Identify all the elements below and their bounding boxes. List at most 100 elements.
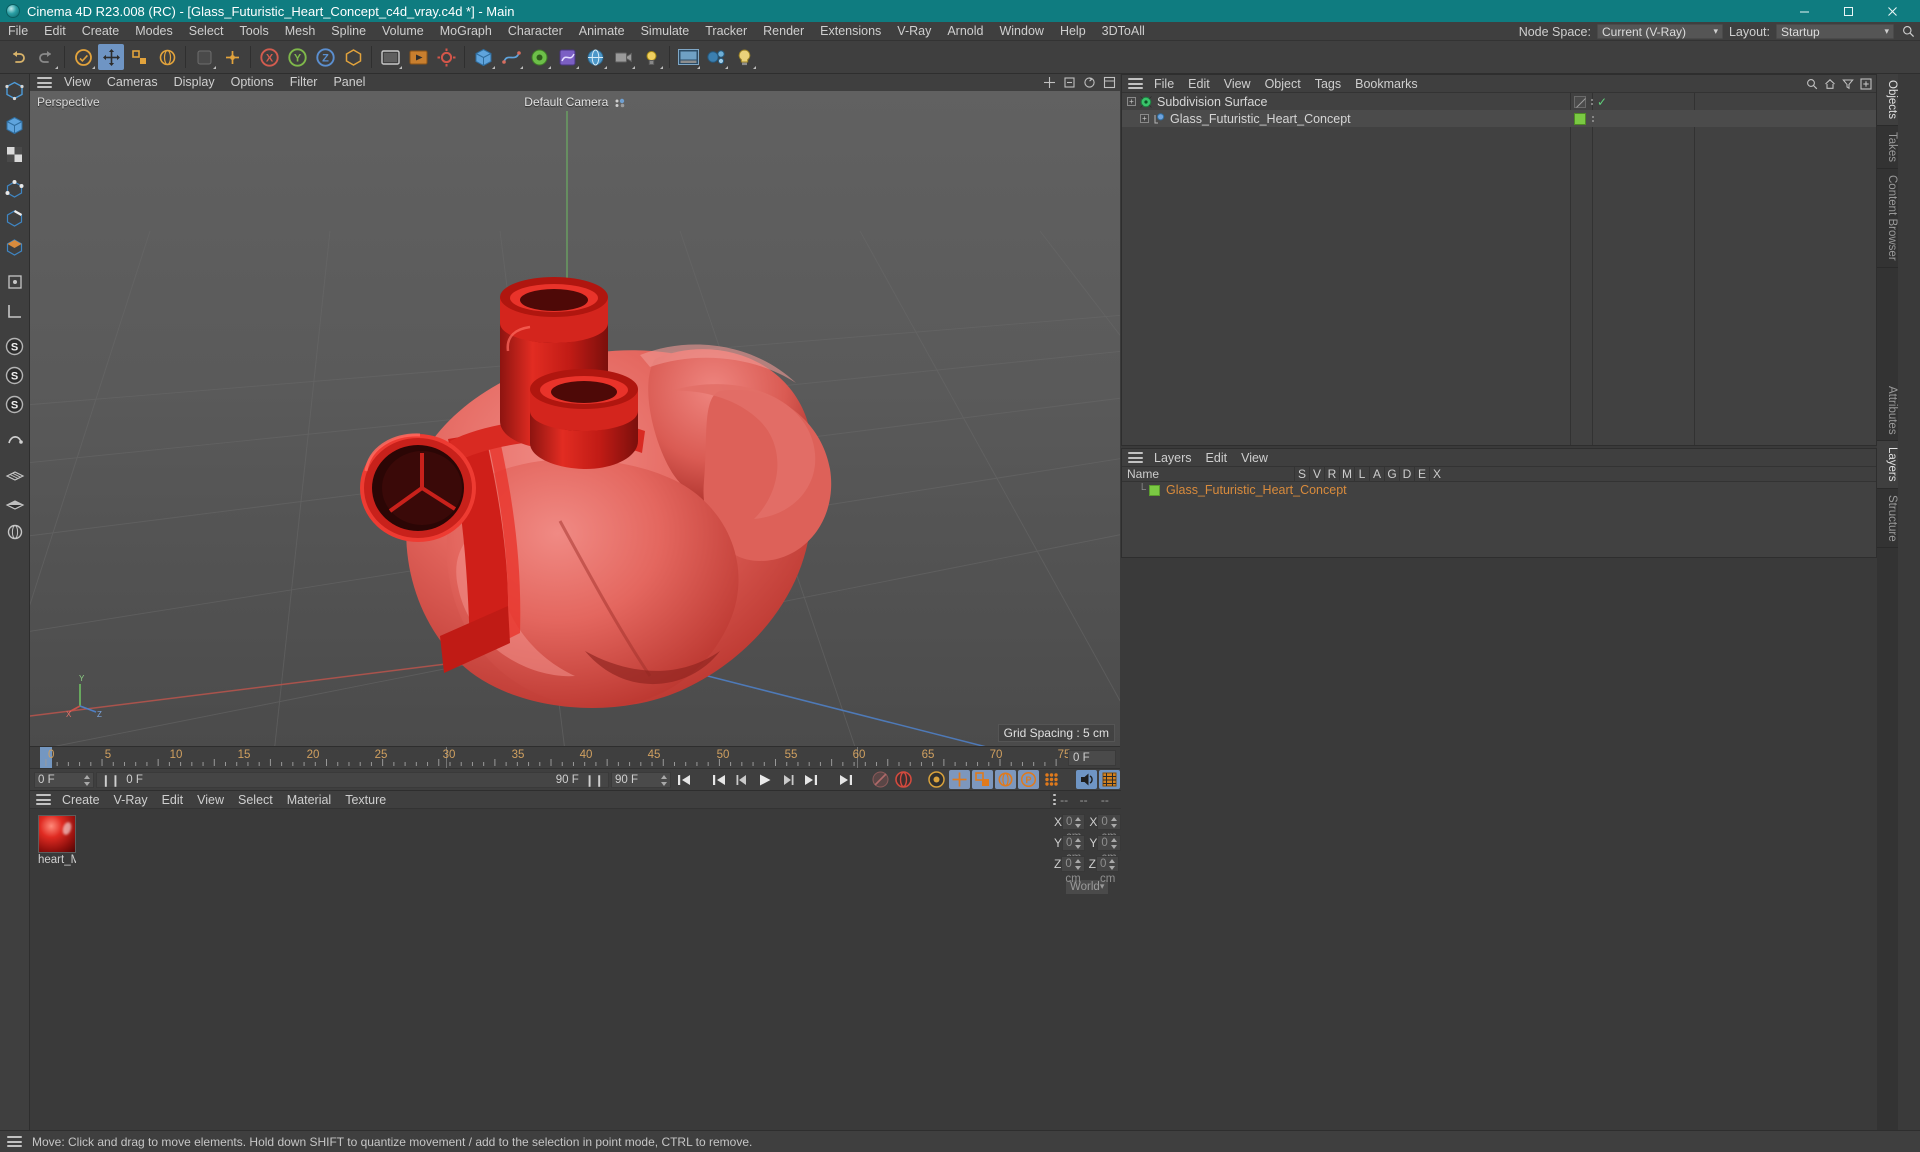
menu-arnold[interactable]: Arnold: [939, 22, 991, 41]
menu-volume[interactable]: Volume: [374, 22, 432, 41]
material-item[interactable]: heart_M.: [38, 815, 76, 866]
undo-button[interactable]: [5, 44, 31, 70]
expand-collapse-icon[interactable]: +: [1127, 97, 1136, 106]
om-menu-file[interactable]: File: [1147, 75, 1181, 93]
layer-row[interactable]: └ Glass_Futuristic_Heart_Concept: [1122, 482, 1876, 498]
layers-column-s[interactable]: S: [1294, 466, 1309, 482]
layers-column-g[interactable]: G: [1384, 466, 1399, 482]
om-menu-tags[interactable]: Tags: [1308, 75, 1348, 93]
stepper-icon[interactable]: [1074, 858, 1082, 870]
goto-end-button[interactable]: [835, 770, 856, 789]
om-menu-edit[interactable]: Edit: [1181, 75, 1217, 93]
menu-mograph[interactable]: MoGraph: [432, 22, 500, 41]
rotate-view-icon[interactable]: [1083, 76, 1096, 89]
tab-layers[interactable]: Layers: [1877, 441, 1898, 489]
minimize-button[interactable]: [1782, 0, 1826, 22]
object-layer-swatch[interactable]: [1574, 112, 1586, 125]
coordinates-hamburger-icon[interactable]: [1053, 794, 1057, 805]
record-parameter-button[interactable]: P: [1018, 770, 1039, 789]
stepper-icon[interactable]: [1110, 816, 1118, 828]
node-space-select[interactable]: Current (V-Ray) ▾: [1596, 24, 1723, 39]
previous-frame-button[interactable]: [731, 770, 752, 789]
object-row-subdivision-surface[interactable]: + Subdivision Surface ✓: [1122, 93, 1876, 110]
live-selection-button[interactable]: [70, 44, 96, 70]
world-coordinate-system-button[interactable]: [340, 44, 366, 70]
object-row-glass-futuristic-heart-concept[interactable]: + Glass_Futuristic_Heart_Concept: [1122, 110, 1876, 127]
scale-tool-button[interactable]: [126, 44, 152, 70]
add-light-button[interactable]: [638, 44, 664, 70]
polygons-mode-button[interactable]: [2, 233, 28, 261]
layers-menu-edit[interactable]: Edit: [1199, 449, 1235, 467]
lock-x-axis-button[interactable]: X: [256, 44, 282, 70]
viewport-menu-view[interactable]: View: [56, 74, 99, 91]
menu-mesh[interactable]: Mesh: [277, 22, 324, 41]
enable-axis-modification-button[interactable]: [2, 268, 28, 296]
render-view-button[interactable]: [377, 44, 403, 70]
home-icon[interactable]: [1824, 78, 1836, 90]
object-manager-hamburger-icon[interactable]: [1128, 78, 1143, 89]
record-active-objects-button[interactable]: [870, 770, 891, 789]
search-icon[interactable]: [1900, 24, 1916, 39]
menu-help[interactable]: Help: [1052, 22, 1094, 41]
maximize-button[interactable]: [1826, 0, 1870, 22]
object-tree[interactable]: + Subdivision Surface ✓ + Glass_Futurist…: [1122, 93, 1876, 445]
expand-collapse-icon[interactable]: +: [1140, 114, 1149, 123]
tab-attributes[interactable]: Attributes: [1877, 379, 1898, 442]
layers-column-a[interactable]: A: [1369, 466, 1384, 482]
material-menu-select[interactable]: Select: [231, 791, 280, 809]
stepper-icon[interactable]: [1075, 837, 1082, 849]
layers-column-v[interactable]: V: [1309, 466, 1324, 482]
material-thumbnail[interactable]: [38, 815, 76, 853]
menu-file[interactable]: File: [0, 22, 36, 41]
layers-column-x[interactable]: X: [1429, 466, 1444, 482]
time-range-bar[interactable]: ❙❙ 0 F 90 F ❙❙: [96, 771, 609, 788]
object-tag-icon[interactable]: [1574, 95, 1586, 108]
menu-3dtoall[interactable]: 3DToAll: [1094, 22, 1153, 41]
previous-key-button[interactable]: [708, 770, 729, 789]
redo-button[interactable]: [33, 44, 59, 70]
model-mode-button[interactable]: [2, 111, 28, 139]
end-frame-input[interactable]: 90 F: [611, 771, 671, 788]
material-menu-material[interactable]: Material: [280, 791, 338, 809]
enable-snapping-button[interactable]: [2, 297, 28, 325]
tab-structure[interactable]: Structure: [1877, 488, 1898, 549]
menu-spline[interactable]: Spline: [323, 22, 374, 41]
menu-edit[interactable]: Edit: [36, 22, 74, 41]
viewport-menu-filter[interactable]: Filter: [282, 74, 326, 91]
menu-tracker[interactable]: Tracker: [697, 22, 755, 41]
material-menu-create[interactable]: Create: [55, 791, 107, 809]
layers-list[interactable]: └ Glass_Futuristic_Heart_Concept: [1122, 482, 1876, 557]
layers-manager-hamburger-icon[interactable]: [1128, 452, 1143, 463]
record-pla-button[interactable]: [1041, 770, 1062, 789]
record-scale-button[interactable]: [972, 770, 993, 789]
material-menu-edit[interactable]: Edit: [155, 791, 191, 809]
play-button[interactable]: [754, 770, 775, 789]
stepper-icon[interactable]: [1110, 837, 1118, 849]
stepper-icon[interactable]: [1109, 858, 1116, 870]
perspective-viewport[interactable]: Perspective Default Camera Grid Spacing …: [30, 91, 1120, 746]
om-menu-view[interactable]: View: [1217, 75, 1258, 93]
add-cube-object-button[interactable]: [470, 44, 496, 70]
material-menu-view[interactable]: View: [190, 791, 231, 809]
record-position-button[interactable]: [949, 770, 970, 789]
goto-start-button[interactable]: [673, 770, 694, 789]
viewport-menu-cameras[interactable]: Cameras: [99, 74, 166, 91]
menu-extensions[interactable]: Extensions: [812, 22, 889, 41]
layers-column-e[interactable]: E: [1414, 466, 1429, 482]
lock-z-axis-button[interactable]: Z: [312, 44, 338, 70]
layers-menu-view[interactable]: View: [1234, 449, 1275, 467]
lock-y-axis-button[interactable]: Y: [284, 44, 310, 70]
viewport-menu-panel[interactable]: Panel: [325, 74, 373, 91]
workplane-lock-button[interactable]: [2, 425, 28, 453]
vray-frame-buffer-button[interactable]: [675, 44, 701, 70]
keyframe-settings-button[interactable]: [926, 770, 947, 789]
next-frame-button[interactable]: [777, 770, 798, 789]
zoom-view-icon[interactable]: [1063, 76, 1076, 89]
viewport-menu-options[interactable]: Options: [223, 74, 282, 91]
material-menu-vray[interactable]: V-Ray: [107, 791, 155, 809]
workplane-rotate-button[interactable]: [2, 518, 28, 546]
position-y-input[interactable]: 0 cm: [1062, 834, 1086, 864]
menu-animate[interactable]: Animate: [571, 22, 633, 41]
menu-create[interactable]: Create: [74, 22, 128, 41]
stepper-icon[interactable]: [661, 774, 668, 786]
